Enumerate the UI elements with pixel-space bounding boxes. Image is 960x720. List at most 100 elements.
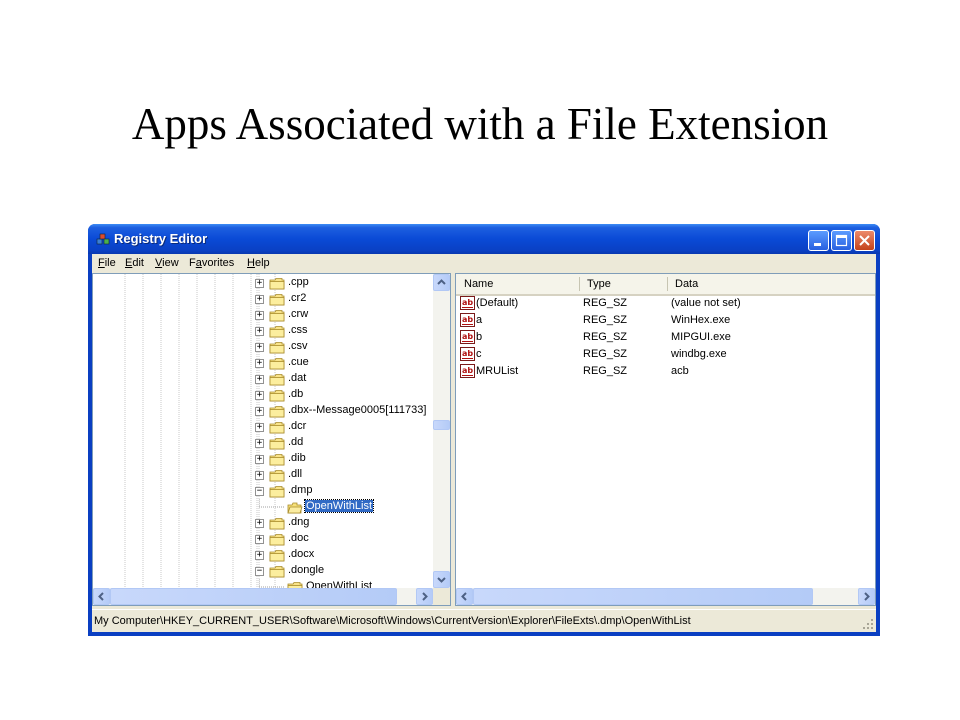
tree-node-label: .db — [288, 388, 304, 400]
tree-node[interactable]: − .dongle — [93, 563, 431, 579]
expand-node-icon[interactable]: + — [255, 438, 264, 448]
tree-node-label: .dd — [288, 436, 304, 448]
value-name: b — [476, 331, 483, 343]
menu-favorites[interactable]: Favorites — [189, 257, 234, 269]
list-hscroll-thumb[interactable] — [473, 588, 813, 605]
value-row[interactable]: ab b REG_SZ MIPGUI.exe — [456, 329, 875, 346]
string-value-icon: ab — [460, 330, 475, 344]
scroll-left-button[interactable] — [456, 588, 473, 605]
column-header-data[interactable]: Data — [675, 278, 698, 290]
string-value-icon: ab — [460, 364, 475, 378]
value-name: (Default) — [476, 297, 519, 309]
expand-node-icon[interactable]: + — [255, 534, 264, 544]
expand-node-icon[interactable]: + — [255, 374, 264, 384]
folder-icon — [269, 422, 285, 434]
menu-view[interactable]: View — [155, 257, 179, 269]
value-data: acb — [671, 365, 689, 377]
svg-text:ab: ab — [462, 315, 473, 324]
tree-node[interactable]: + .dib — [93, 451, 431, 467]
scroll-down-button[interactable] — [433, 571, 450, 588]
expand-node-icon[interactable]: + — [255, 342, 264, 352]
maximize-button[interactable] — [831, 230, 852, 251]
tree-node[interactable]: + .cpp — [93, 275, 431, 291]
column-header-name[interactable]: Name — [464, 278, 493, 290]
menu-bar: File Edit View Favorites Help — [92, 254, 876, 272]
expand-node-icon[interactable]: + — [255, 278, 264, 288]
collapse-node-icon[interactable]: − — [255, 486, 264, 496]
expand-node-icon[interactable]: + — [255, 422, 264, 432]
folder-icon — [269, 566, 285, 578]
tree-node[interactable]: + .cue — [93, 355, 431, 371]
tree-node[interactable]: + .dbx--Message0005[111733] — [93, 403, 431, 419]
svg-text:ab: ab — [462, 349, 473, 358]
expand-node-icon[interactable]: + — [255, 294, 264, 304]
tree-node[interactable]: + .csv — [93, 339, 431, 355]
tree-node[interactable]: + .dcr — [93, 419, 431, 435]
tree-hscroll-thumb[interactable] — [110, 588, 397, 605]
tree-node[interactable]: + .dng — [93, 515, 431, 531]
expand-node-icon[interactable]: + — [255, 406, 264, 416]
value-row[interactable]: ab c REG_SZ windbg.exe — [456, 346, 875, 363]
list-horizontal-scrollbar[interactable] — [456, 588, 875, 605]
menu-edit[interactable]: Edit — [125, 257, 144, 269]
tree-scroll-thumb[interactable] — [433, 420, 450, 430]
tree-horizontal-scrollbar[interactable] — [93, 588, 433, 605]
value-name: a — [476, 314, 483, 326]
folder-icon — [269, 438, 285, 450]
tree-node[interactable]: + .docx — [93, 547, 431, 563]
tree-node[interactable]: OpenWithList — [93, 499, 431, 515]
chevron-right-icon — [422, 592, 428, 601]
column-divider[interactable] — [667, 277, 668, 291]
minimize-button[interactable] — [808, 230, 829, 251]
tree-vertical-scrollbar[interactable] — [433, 274, 450, 588]
tree-node[interactable]: + .dat — [93, 371, 431, 387]
string-value-icon: ab — [460, 296, 475, 310]
expand-node-icon[interactable]: + — [255, 550, 264, 560]
tree-node[interactable]: + .css — [93, 323, 431, 339]
tree-connector-line — [259, 499, 285, 508]
value-row[interactable]: ab MRUList REG_SZ acb — [456, 363, 875, 380]
svg-text:ab: ab — [462, 332, 473, 341]
tree-node[interactable]: + .crw — [93, 307, 431, 323]
string-value-icon: ab — [460, 347, 475, 361]
expand-node-icon[interactable]: + — [255, 310, 264, 320]
value-row[interactable]: ab a REG_SZ WinHex.exe — [456, 312, 875, 329]
folder-icon — [269, 294, 285, 306]
folder-icon — [269, 518, 285, 530]
svg-text:ab: ab — [462, 298, 473, 307]
tree-node-label: OpenWithList — [303, 499, 375, 513]
expand-node-icon[interactable]: + — [255, 518, 264, 528]
tree-node[interactable]: + .db — [93, 387, 431, 403]
menu-file[interactable]: File — [98, 257, 116, 269]
value-row[interactable]: ab (Default) REG_SZ (value not set) — [456, 295, 875, 312]
expand-node-icon[interactable]: + — [255, 470, 264, 480]
tree-node[interactable]: + .doc — [93, 531, 431, 547]
tree-node[interactable]: − .dmp — [93, 483, 431, 499]
scroll-right-button[interactable] — [858, 588, 875, 605]
chevron-left-icon — [98, 592, 104, 601]
tree-node[interactable]: + .dll — [93, 467, 431, 483]
folder-icon — [269, 358, 285, 370]
collapse-node-icon[interactable]: − — [255, 566, 264, 576]
expand-node-icon[interactable]: + — [255, 326, 264, 336]
tree-node-label: .dongle — [288, 564, 325, 576]
tree-node[interactable]: + .cr2 — [93, 291, 431, 307]
menu-help[interactable]: Help — [247, 257, 270, 269]
scroll-up-button[interactable] — [433, 274, 450, 291]
tree-node[interactable]: + .dd — [93, 435, 431, 451]
maximize-icon — [835, 234, 848, 247]
close-button[interactable] — [854, 230, 875, 251]
column-header-type[interactable]: Type — [587, 278, 611, 290]
expand-node-icon[interactable]: + — [255, 390, 264, 400]
scroll-left-button[interactable] — [93, 588, 110, 605]
scroll-right-button[interactable] — [416, 588, 433, 605]
registry-editor-icon — [96, 233, 110, 245]
key-tree-pane: + .cpp + .cr2 + .crw + .css + .csv + .cue + .dat + .db +… — [92, 273, 451, 606]
chevron-down-icon — [437, 577, 446, 583]
expand-node-icon[interactable]: + — [255, 358, 264, 368]
expand-node-icon[interactable]: + — [255, 454, 264, 464]
column-divider[interactable] — [579, 277, 580, 291]
resize-grip-icon[interactable] — [862, 618, 874, 630]
chevron-up-icon — [437, 279, 446, 285]
title-bar[interactable]: Registry Editor — [88, 224, 880, 254]
